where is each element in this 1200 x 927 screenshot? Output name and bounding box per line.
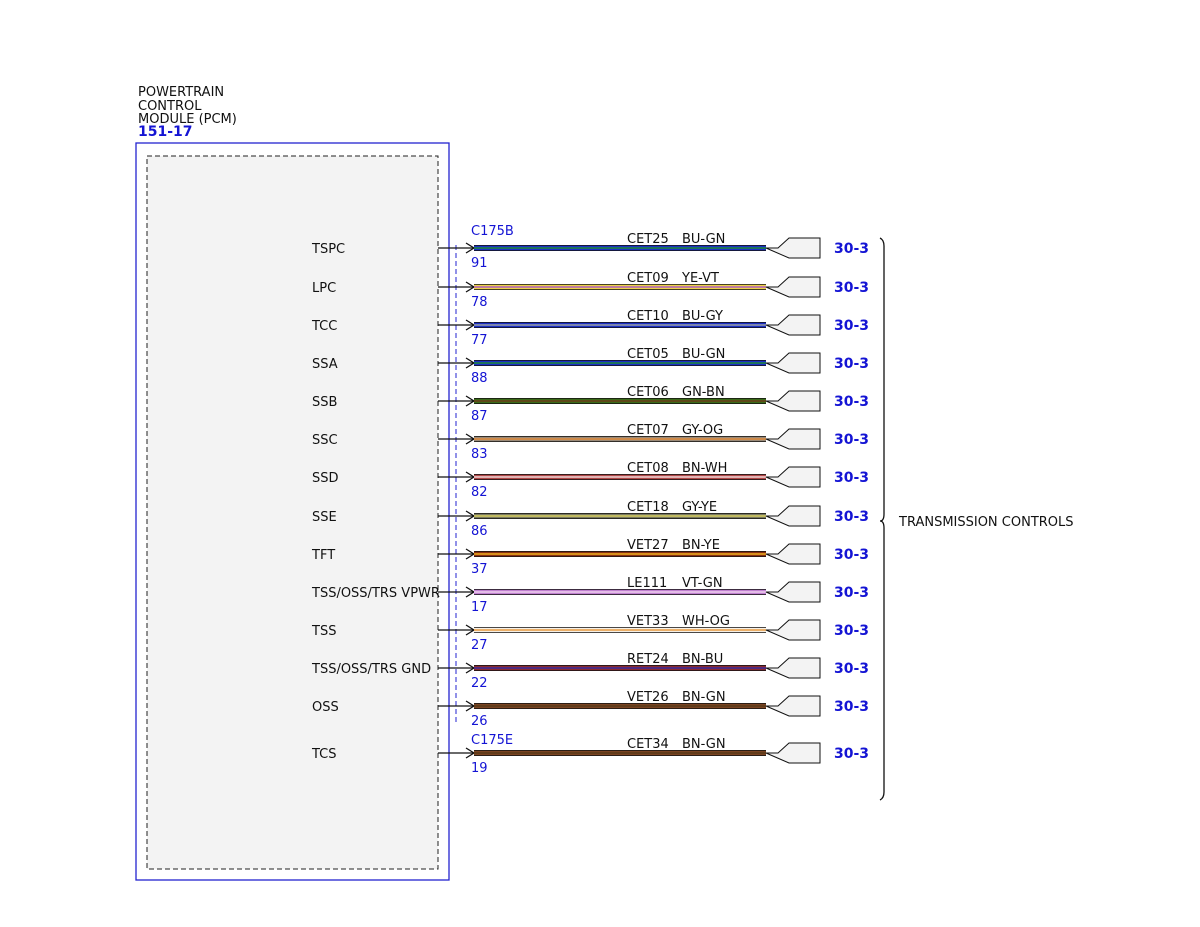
signal-label: OSS xyxy=(312,700,339,715)
pin-number: 86 xyxy=(471,524,488,539)
circuit-id: CET10 xyxy=(627,309,669,324)
wire-color-code: BN-BU xyxy=(682,652,723,667)
pin-number: 17 xyxy=(471,600,488,615)
circuit-id: CET25 xyxy=(627,232,669,247)
continuation-connector-icon xyxy=(765,543,821,565)
pin-number: 88 xyxy=(471,371,488,386)
circuit-id: CET09 xyxy=(627,271,669,286)
continuation-connector-icon xyxy=(765,237,821,259)
pin-number: 83 xyxy=(471,447,488,462)
signal-label: TFT xyxy=(311,548,335,563)
page-reference-link[interactable]: 30-3 xyxy=(834,356,869,372)
page-reference-link[interactable]: 30-3 xyxy=(834,746,869,762)
page-reference-link[interactable]: 30-3 xyxy=(834,280,869,296)
page-reference-link[interactable]: 30-3 xyxy=(834,318,869,334)
module-name-line-1: POWERTRAIN xyxy=(138,85,224,100)
wire-color-code: BN-YE xyxy=(682,538,720,553)
continuation-connector-icon xyxy=(765,505,821,527)
circuit-id: VET26 xyxy=(627,690,669,705)
continuation-connector-icon xyxy=(765,742,821,764)
signal-label: LPC xyxy=(312,281,336,296)
circuit-id: CET34 xyxy=(627,737,669,752)
page-reference-link[interactable]: 30-3 xyxy=(834,547,869,563)
wire-color-code: BU-GN xyxy=(682,347,725,362)
pin-number: 37 xyxy=(471,562,488,577)
circuit-id: CET08 xyxy=(627,461,669,476)
signal-label: TCC xyxy=(311,319,337,334)
continuation-connector-icon xyxy=(765,314,821,336)
signal-label: SSA xyxy=(312,357,338,372)
page-reference-link[interactable]: 30-3 xyxy=(834,699,869,715)
circuit-id: VET27 xyxy=(627,538,669,553)
wire-color-code: BN-GN xyxy=(682,690,726,705)
signal-label: SSE xyxy=(312,510,337,525)
circuit-id: CET06 xyxy=(627,385,669,400)
wire-color-code: GN-BN xyxy=(682,385,725,400)
circuit-id: VET33 xyxy=(627,614,669,629)
connector-label-c175b: C175B xyxy=(471,224,514,239)
wire-color-code: GY-OG xyxy=(682,423,723,438)
signal-label: SSB xyxy=(312,395,337,410)
circuit-id: RET24 xyxy=(627,652,669,667)
continuation-connector-icon xyxy=(765,581,821,603)
module-id: 151-17 xyxy=(138,124,193,140)
signal-label: TSS/OSS/TRS GND xyxy=(311,662,431,677)
signal-label: TSPC xyxy=(311,242,345,257)
circuit-id: CET07 xyxy=(627,423,669,438)
wire-color-code: VT-GN xyxy=(682,576,723,591)
connector-label-c175e: C175E xyxy=(471,733,513,748)
continuation-connector-icon xyxy=(765,657,821,679)
circuit-id: CET18 xyxy=(627,500,669,515)
signal-label: SSD xyxy=(312,471,339,486)
wire-color-code: BU-GY xyxy=(682,309,723,324)
pin-number: 27 xyxy=(471,638,488,653)
continuation-connector-icon xyxy=(765,352,821,374)
circuit-id: CET05 xyxy=(627,347,669,362)
group-label: TRANSMISSION CONTROLS xyxy=(898,515,1074,530)
pin-number: 91 xyxy=(471,256,488,271)
continuation-connector-icon xyxy=(765,428,821,450)
pin-number: 26 xyxy=(471,714,488,729)
wire-color-code: BN-WH xyxy=(682,461,727,476)
continuation-connector-icon xyxy=(765,390,821,412)
wire-color-code: BU-GN xyxy=(682,232,725,247)
page-reference-link[interactable]: 30-3 xyxy=(834,470,869,486)
continuation-connector-icon xyxy=(765,466,821,488)
page-reference-link[interactable]: 30-3 xyxy=(834,509,869,525)
module-inner-area xyxy=(146,155,439,870)
continuation-connector-icon xyxy=(765,619,821,641)
pin-number: 22 xyxy=(471,676,488,691)
page-reference-link[interactable]: 30-3 xyxy=(834,394,869,410)
pin-number: 78 xyxy=(471,295,488,310)
page-reference-link[interactable]: 30-3 xyxy=(834,432,869,448)
wire-color-code: GY-YE xyxy=(682,500,717,515)
page-reference-link[interactable]: 30-3 xyxy=(834,585,869,601)
wire-color-code: YE-VT xyxy=(681,271,719,286)
wire-color-code: WH-OG xyxy=(682,614,730,629)
pin-number: 19 xyxy=(471,761,488,776)
signal-label: TCS xyxy=(311,747,337,762)
signal-label: TSS xyxy=(311,624,336,639)
page-reference-link[interactable]: 30-3 xyxy=(834,661,869,677)
wiring-diagram: POWERTRAIN CONTROL MODULE (PCM) 151-17 C… xyxy=(135,85,1074,881)
circuit-id: LE111 xyxy=(627,576,667,591)
continuation-connector-icon xyxy=(765,276,821,298)
page-reference-link[interactable]: 30-3 xyxy=(834,623,869,639)
pin-number: 77 xyxy=(471,333,488,348)
pin-number: 87 xyxy=(471,409,488,424)
wire-color-code: BN-GN xyxy=(682,737,726,752)
signal-label: TSS/OSS/TRS VPWR xyxy=(311,586,440,601)
continuation-connector-icon xyxy=(765,695,821,717)
signal-label: SSC xyxy=(312,433,338,448)
transmission-controls-bracket xyxy=(879,237,885,801)
page-reference-link[interactable]: 30-3 xyxy=(834,241,869,257)
pin-number: 82 xyxy=(471,485,488,500)
